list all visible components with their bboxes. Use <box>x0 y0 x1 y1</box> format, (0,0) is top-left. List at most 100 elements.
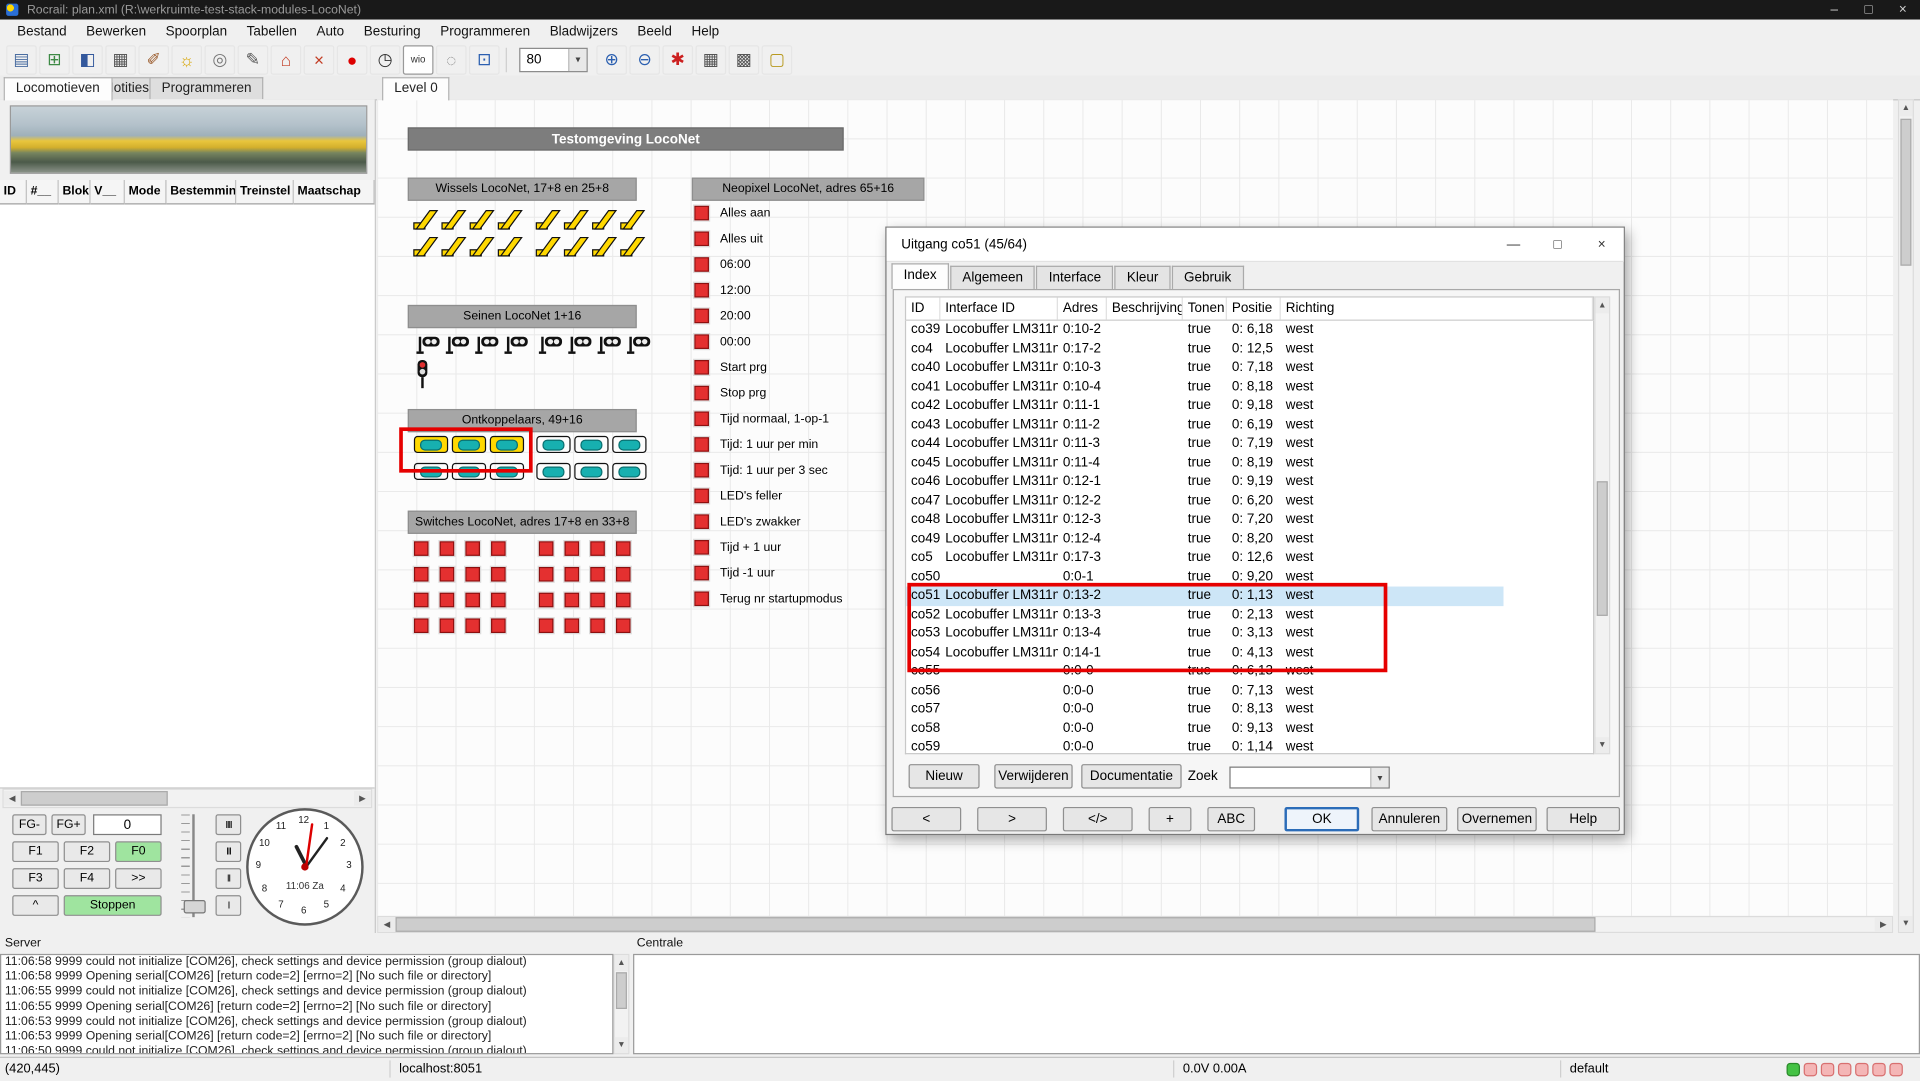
neopixel-button[interactable] <box>694 591 709 606</box>
neopixel-button[interactable] <box>694 463 709 478</box>
menu-spoorplan[interactable]: Spoorplan <box>156 24 237 39</box>
switch-button[interactable] <box>414 593 429 608</box>
table-row[interactable]: co43Locobuffer LM311n0:11-2true0: 6,19we… <box>906 416 1593 435</box>
switch-button[interactable] <box>590 567 605 582</box>
signal-symbol[interactable] <box>627 332 656 360</box>
switch-button[interactable] <box>590 618 605 633</box>
turnout-symbol[interactable] <box>413 207 441 231</box>
prev-button[interactable]: < <box>891 807 961 831</box>
turnout-symbol[interactable] <box>413 234 441 258</box>
sidebar-hscroll-track[interactable] <box>21 791 354 806</box>
notes-icon[interactable]: ▢ <box>762 45 793 74</box>
dialog-tab-index[interactable]: Index <box>891 263 948 289</box>
turnout-symbol[interactable] <box>563 234 591 258</box>
menu-tabellen[interactable]: Tabellen <box>237 24 307 39</box>
print-icon[interactable]: ▦ <box>105 45 136 74</box>
table-row[interactable]: co4Locobuffer LM311n0:17-2true0: 12,5wes… <box>906 340 1593 359</box>
plan-hscroll-track[interactable] <box>396 917 1875 932</box>
table-row[interactable]: co580:0-0true0: 9,13west <box>906 719 1593 738</box>
throttle-slider[interactable] <box>179 812 208 922</box>
power-icon[interactable]: ☼ <box>171 45 202 74</box>
code-button[interactable]: </> <box>1063 807 1133 831</box>
server-log-scrollbar[interactable]: ▲ ▼ <box>613 954 629 1054</box>
switch-button[interactable] <box>465 541 480 556</box>
switch-button[interactable] <box>414 618 429 633</box>
ok-button[interactable]: OK <box>1284 807 1359 831</box>
turnout-symbol[interactable] <box>591 234 619 258</box>
signal-symbol[interactable] <box>504 332 533 360</box>
f0-button[interactable]: F0 <box>115 841 162 862</box>
tab-locomotieven[interactable]: Locomotieven <box>4 77 112 100</box>
table-row[interactable]: co570:0-0true0: 8,13west <box>906 700 1593 719</box>
neopixel-button[interactable] <box>694 566 709 581</box>
zoek-chevron-down-icon[interactable]: ▾ <box>1370 768 1388 788</box>
maximize-button[interactable]: □ <box>1851 0 1885 20</box>
table-row[interactable]: co39Locobuffer LM311n0:10-2true0: 6,18we… <box>906 321 1593 340</box>
loco-list[interactable] <box>0 204 375 788</box>
trace-icon[interactable]: ◌ <box>436 45 467 74</box>
table-row[interactable]: co48Locobuffer LM311n0:12-3true0: 7,20we… <box>906 511 1593 530</box>
turnout-symbol[interactable] <box>563 207 591 231</box>
switch-button[interactable] <box>539 567 554 582</box>
loco-col-2[interactable]: Blok <box>59 180 91 204</box>
plan-hscroll-thumb[interactable] <box>396 917 1596 932</box>
signal-symbol-vertical[interactable] <box>415 359 430 391</box>
zoom-in-icon[interactable]: ⊕ <box>596 45 627 74</box>
virus-icon[interactable]: ✱ <box>662 45 693 74</box>
neopixel-button[interactable] <box>694 386 709 401</box>
switch-button[interactable] <box>616 567 631 582</box>
switch-button[interactable] <box>440 541 455 556</box>
dialog-scroll-down-icon[interactable]: ▼ <box>1596 737 1609 753</box>
turnout-symbol[interactable] <box>591 207 619 231</box>
loco-col-7[interactable]: Maatschap <box>294 180 375 204</box>
switch-button[interactable] <box>539 541 554 556</box>
turnout-symbol[interactable] <box>441 207 469 231</box>
loco-col-4[interactable]: Mode <box>125 180 167 204</box>
menu-bestand[interactable]: Bestand <box>7 24 76 39</box>
switch-button[interactable] <box>590 541 605 556</box>
chevron-down-icon[interactable]: ▾ <box>568 48 586 70</box>
sidebar-hscroll-thumb[interactable] <box>21 791 168 806</box>
turnout-symbol[interactable] <box>620 234 648 258</box>
switch-button[interactable] <box>440 618 455 633</box>
neopixel-button[interactable] <box>694 257 709 272</box>
scroll-up-icon[interactable]: ▲ <box>1899 100 1912 116</box>
cs-monitor-icon[interactable]: ⊡ <box>469 45 500 74</box>
f4-button[interactable]: F4 <box>64 868 111 889</box>
switch-button[interactable] <box>616 541 631 556</box>
dialog-title-bar[interactable]: Uitgang co51 (45/64) — □ × <box>887 228 1624 262</box>
f3-button[interactable]: F3 <box>12 868 59 889</box>
dialog-tab-gebruik[interactable]: Gebruik <box>1172 266 1244 289</box>
slider-handle[interactable] <box>184 900 206 913</box>
switch-button[interactable] <box>539 593 554 608</box>
table-row[interactable]: co560:0-0true0: 7,13west <box>906 681 1593 700</box>
menu-beeld[interactable]: Beeld <box>628 24 682 39</box>
signal-symbol[interactable] <box>416 332 445 360</box>
decoupler-symbol[interactable] <box>536 436 570 453</box>
caret-button[interactable]: ^ <box>12 895 59 916</box>
plan-scroll-right-icon[interactable]: ▶ <box>1875 917 1892 932</box>
turnout-symbol[interactable] <box>535 207 563 231</box>
signal-symbol[interactable] <box>598 332 627 360</box>
menu-besturing[interactable]: Besturing <box>354 24 431 39</box>
neopixel-button[interactable] <box>694 206 709 221</box>
menu-bewerken[interactable]: Bewerken <box>76 24 155 39</box>
neopixel-button[interactable] <box>694 514 709 529</box>
help-button[interactable]: Help <box>1547 807 1620 831</box>
neopixel-button[interactable] <box>694 411 709 426</box>
verwijderen-button[interactable]: Verwijderen <box>994 764 1072 788</box>
table-row[interactable]: co590:0-0true0: 1,14west <box>906 738 1593 754</box>
dialog-close-button[interactable]: × <box>1580 227 1624 261</box>
output-col-3[interactable]: Beschrijving <box>1107 298 1183 320</box>
documentatie-button[interactable]: Documentatie <box>1081 764 1181 788</box>
turnout-symbol[interactable] <box>535 234 563 258</box>
switch-button[interactable] <box>564 618 579 633</box>
minimize-button[interactable]: – <box>1817 0 1851 20</box>
main-vscroll-thumb[interactable] <box>1900 119 1911 266</box>
server-scroll-thumb[interactable] <box>616 972 627 1009</box>
output-col-2[interactable]: Adres <box>1058 298 1107 320</box>
dialog-scroll-up-icon[interactable]: ▲ <box>1596 298 1609 314</box>
switch-button[interactable] <box>491 541 506 556</box>
table-row[interactable]: co5Locobuffer LM311n0:17-3true0: 12,6wes… <box>906 549 1593 568</box>
output-col-5[interactable]: Positie <box>1227 298 1281 320</box>
